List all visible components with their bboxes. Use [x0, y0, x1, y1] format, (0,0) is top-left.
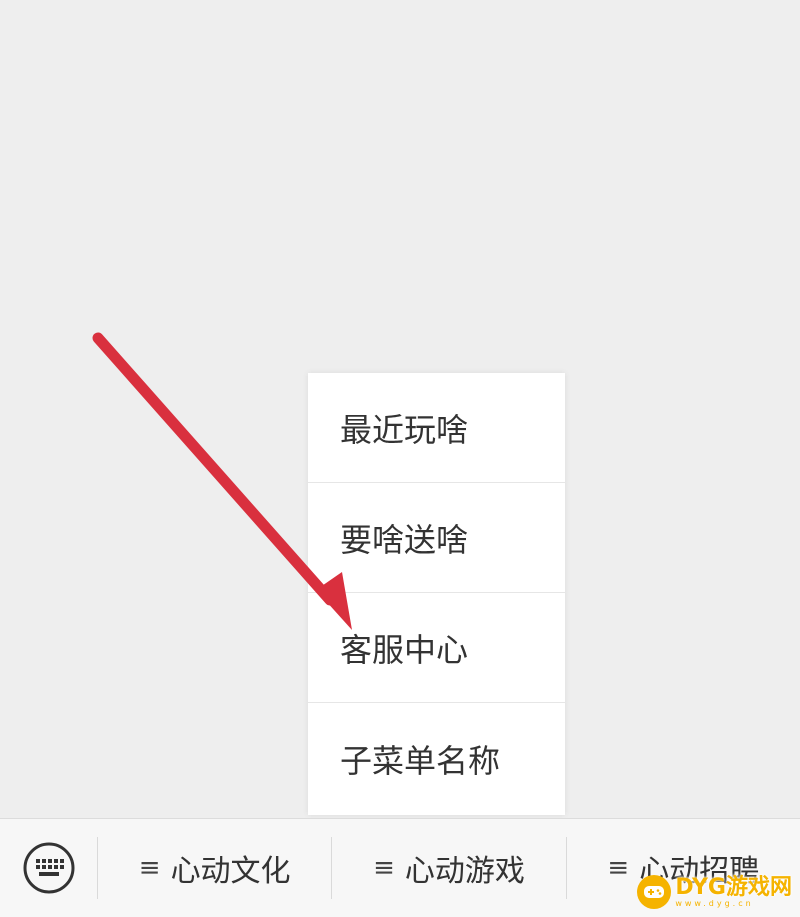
bottom-menu-bar: ≡ 心动文化 ≡ 心动游戏 ≡ 心动招聘 [0, 818, 800, 917]
menu-lines-icon: ≡ [607, 853, 630, 883]
submenu-item-label: 最近玩啥 [340, 410, 469, 449]
submenu-item-name[interactable]: 子菜单名称 [308, 703, 565, 815]
keyboard-toggle-button[interactable] [0, 819, 97, 917]
tab-recruitment[interactable]: ≡ 心动招聘 [567, 819, 800, 917]
tab-label: 心动游戏 [404, 854, 525, 889]
tab-label: 心动文化 [170, 854, 291, 889]
menu-lines-icon: ≡ [138, 853, 161, 883]
submenu-item-label: 要啥送啥 [340, 520, 469, 559]
submenu-popup: 最近玩啥 要啥送啥 客服中心 子菜单名称 [308, 373, 565, 815]
menu-lines-icon: ≡ [373, 853, 395, 883]
submenu-item-recent-games[interactable]: 最近玩啥 [308, 373, 565, 483]
submenu-item-label: 子菜单名称 [340, 742, 501, 780]
submenu-item-label: 客服中心 [340, 630, 469, 669]
submenu-item-gifts[interactable]: 要啥送啥 [308, 483, 565, 593]
tab-games[interactable]: ≡ 心动游戏 [332, 819, 565, 917]
keyboard-icon [23, 842, 74, 894]
chat-screen: 最近玩啥 要啥送啥 客服中心 子菜单名称 ≡ 心动文化 ≡ 心动游戏 ≡ 心动招… [0, 0, 800, 917]
submenu-item-customer-service[interactable]: 客服中心 [308, 593, 565, 703]
tab-culture[interactable]: ≡ 心动文化 [98, 819, 331, 917]
tab-label: 心动招聘 [639, 854, 760, 889]
